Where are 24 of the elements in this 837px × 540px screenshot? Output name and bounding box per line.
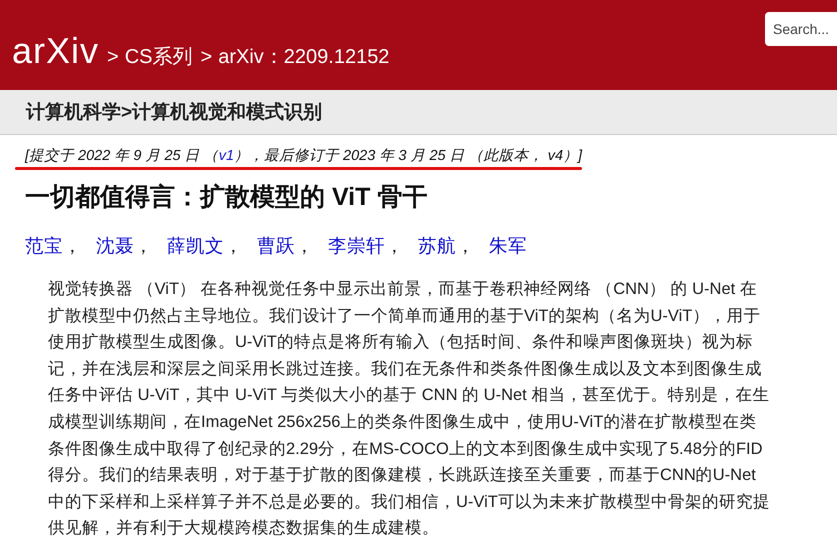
breadcrumb-separator: > [107, 46, 119, 69]
author-link[interactable]: 苏航 [418, 235, 456, 256]
author-separator: ， [63, 235, 82, 256]
paper-title: 一切都值得言：扩散模型的 ViT 骨干 [25, 182, 428, 213]
author-link[interactable]: 李崇轩 [328, 235, 385, 256]
author-link[interactable]: 曹跃 [257, 235, 295, 256]
author-link[interactable]: 范宝 [25, 235, 63, 256]
abstract-text: 视觉转换器 （ViT） 在各种视觉任务中显示出前景，而基于卷积神经网络 （CNN） 的 U-Net 在扩散模型中仍然占主导地位。我们设计了一个简单而通用的基于ViT的架构（名为U-ViT），用于使用扩散模型生成图像。U-ViT的特点是将所有输入（包括时间、条件和噪声图像斑块）视为标记，并在浅层和深层之间采用长跳过连接。我们在无条件和类条件图像生成以及文本到图像生成任务中评估 U-ViT，其中 U-ViT 与类似大小的基于 CNN 的 U-Net 相当，甚至优于。特别是，在生成模型训练期间，在ImageNet 256x256上的类条件图像生成中，使用U-ViT的潜在扩散模型在类条件图像生成中取得了创纪录的2.29分，在MS-COCO上的文本到图像生成中实现了5.48分的FID得分。我们的结果表明，对于基于扩散的图像建模，长跳跃连接至关重要，而基于CNN的U-Net中的下采样和上采样算子并不总是必要的。我们相信，U-ViT可以为未来扩散模型中骨架的研究提供见解，并有利于大规模跨模态数据集的生成建模。 [48, 279, 771, 540]
author-separator: ， [456, 235, 475, 256]
author-link[interactable]: 沈聂 [96, 235, 134, 256]
submission-history: [提交于 2022 年 9 月 25 日 （v1），最后修订于 2023 年 3 月 25 日 （此版本， v4）] [25, 148, 582, 164]
search-field[interactable]: Search... [765, 12, 837, 46]
author-separator: ， [385, 235, 404, 256]
author-separator: ， [295, 235, 314, 256]
breadcrumb-link[interactable]: arXiv：2209.12152 [218, 43, 390, 70]
author-separator: ， [134, 235, 153, 256]
breadcrumb-link[interactable]: CS系列 [124, 43, 193, 70]
author-link[interactable]: 朱军 [489, 235, 527, 256]
logo[interactable]: arXiv [12, 30, 100, 72]
author-link[interactable]: 薛凯文 [167, 235, 224, 256]
subject-heading: 计算机科学>计算机视觉和模式识别 [26, 100, 322, 125]
author-separator: ， [224, 235, 243, 256]
version-link[interactable]: v1 [218, 148, 234, 164]
breadcrumb-separator: > [200, 46, 212, 69]
